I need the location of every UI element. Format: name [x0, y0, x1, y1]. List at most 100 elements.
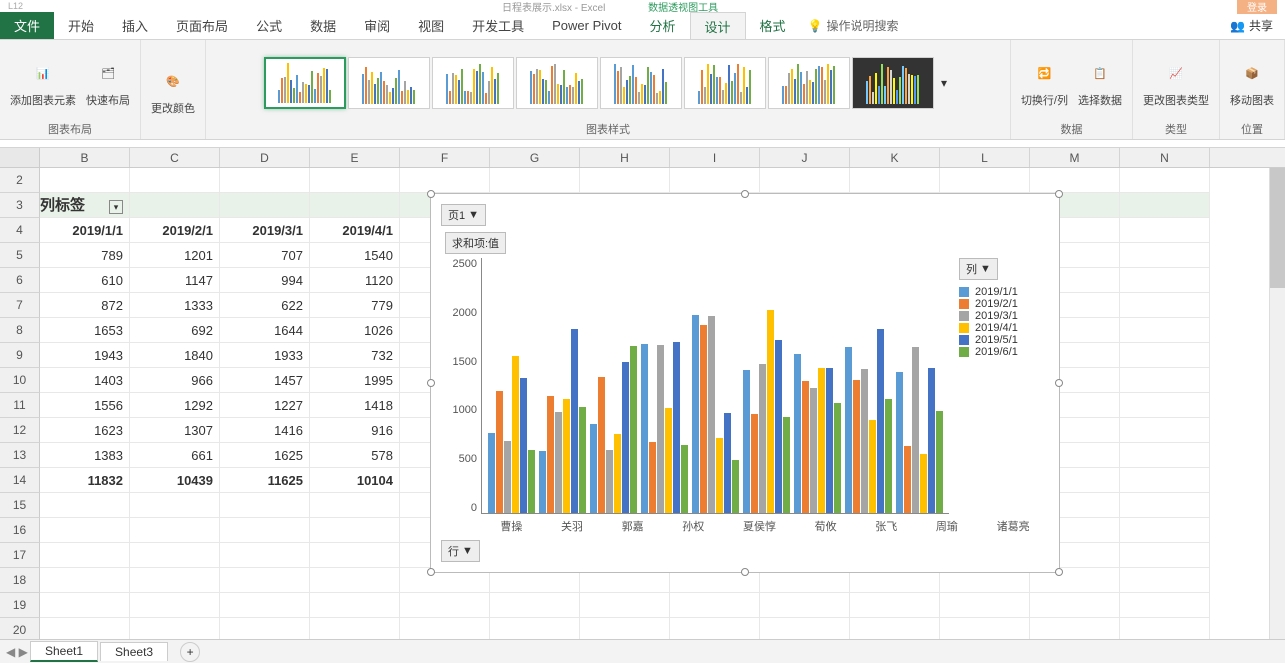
scroll-thumb[interactable] — [1270, 168, 1285, 288]
filter-dropdown-icon[interactable]: ▾ — [109, 200, 123, 214]
cell[interactable] — [1120, 168, 1210, 193]
cell[interactable]: 1625 — [220, 443, 310, 468]
legend-item[interactable]: 2019/5/1 — [959, 334, 1049, 346]
cell[interactable] — [670, 593, 760, 618]
cell[interactable]: 1403 — [40, 368, 130, 393]
resize-handle[interactable] — [1055, 190, 1063, 198]
column-header[interactable]: L — [940, 148, 1030, 167]
chart-style-thumb[interactable] — [768, 57, 850, 109]
cell[interactable] — [130, 593, 220, 618]
cell[interactable] — [1120, 193, 1210, 218]
cell[interactable]: 2019/2/1 — [130, 218, 220, 243]
cell[interactable]: 1840 — [130, 343, 220, 368]
select-data-button[interactable]: 📋 选择数据 — [1076, 56, 1124, 110]
cell[interactable] — [1120, 268, 1210, 293]
cell[interactable] — [310, 568, 400, 593]
row-header[interactable]: 4 — [0, 218, 40, 243]
bar-group[interactable] — [590, 258, 637, 513]
cell[interactable]: 1333 — [130, 293, 220, 318]
cell[interactable] — [760, 593, 850, 618]
legend-item[interactable]: 2019/6/1 — [959, 346, 1049, 358]
bar[interactable] — [861, 369, 868, 513]
cell[interactable] — [400, 168, 490, 193]
column-header[interactable]: H — [580, 148, 670, 167]
chart-style-thumb[interactable] — [684, 57, 766, 109]
chart-style-thumb[interactable] — [852, 57, 934, 109]
tab-pagelayout[interactable]: 页面布局 — [162, 12, 242, 39]
row-header[interactable]: 8 — [0, 318, 40, 343]
bar[interactable] — [794, 354, 801, 513]
bar-group[interactable] — [896, 258, 943, 513]
cell[interactable]: 1933 — [220, 343, 310, 368]
cell[interactable]: 789 — [40, 243, 130, 268]
cell[interactable]: 1416 — [220, 418, 310, 443]
bar[interactable] — [783, 417, 790, 513]
legend-item[interactable]: 2019/1/1 — [959, 286, 1049, 298]
cell[interactable] — [130, 493, 220, 518]
resize-handle[interactable] — [741, 190, 749, 198]
cell[interactable]: 994 — [220, 268, 310, 293]
cell[interactable] — [1120, 493, 1210, 518]
more-styles-button[interactable]: ▾ — [936, 76, 952, 90]
move-chart-button[interactable]: 📦 移动图表 — [1228, 56, 1276, 110]
bar[interactable] — [877, 329, 884, 513]
bar[interactable] — [488, 433, 495, 513]
row-header[interactable]: 17 — [0, 543, 40, 568]
row-header[interactable]: 2 — [0, 168, 40, 193]
cell[interactable] — [850, 168, 940, 193]
bar[interactable] — [681, 445, 688, 513]
cell[interactable] — [940, 593, 1030, 618]
bar[interactable] — [732, 460, 739, 513]
bar[interactable] — [539, 451, 546, 513]
cell[interactable] — [1030, 168, 1120, 193]
tab-powerpivot[interactable]: Power Pivot — [538, 12, 635, 39]
row-header[interactable]: 5 — [0, 243, 40, 268]
bar[interactable] — [571, 329, 578, 513]
formula-bar[interactable] — [0, 140, 1285, 148]
cell[interactable] — [490, 593, 580, 618]
cell[interactable]: 11625 — [220, 468, 310, 493]
bar[interactable] — [853, 380, 860, 513]
cell[interactable]: 779 — [310, 293, 400, 318]
cell[interactable]: 1540 — [310, 243, 400, 268]
bar-group[interactable] — [794, 258, 841, 513]
cell[interactable]: 872 — [40, 293, 130, 318]
cell[interactable] — [1120, 218, 1210, 243]
bar-group[interactable] — [845, 258, 892, 513]
bar[interactable] — [912, 347, 919, 513]
cell[interactable]: 2019/4/1 — [310, 218, 400, 243]
row-header[interactable]: 3 — [0, 193, 40, 218]
cell[interactable]: 707 — [220, 243, 310, 268]
cell[interactable]: 2019/1/1 — [40, 218, 130, 243]
cell[interactable]: 578 — [310, 443, 400, 468]
bar[interactable] — [496, 391, 503, 514]
bar[interactable] — [622, 362, 629, 513]
bar[interactable] — [657, 345, 664, 513]
cell[interactable]: 966 — [130, 368, 220, 393]
tab-insert[interactable]: 插入 — [108, 12, 162, 39]
bar[interactable] — [759, 364, 766, 513]
cell[interactable] — [220, 493, 310, 518]
column-header[interactable]: I — [670, 148, 760, 167]
bar[interactable] — [504, 441, 511, 513]
row-header[interactable]: 10 — [0, 368, 40, 393]
cell[interactable] — [760, 168, 850, 193]
bar[interactable] — [869, 420, 876, 513]
cell[interactable]: 1418 — [310, 393, 400, 418]
bar[interactable] — [630, 346, 637, 513]
cell[interactable]: 1026 — [310, 318, 400, 343]
cell[interactable] — [580, 593, 670, 618]
column-header[interactable]: J — [760, 148, 850, 167]
cell[interactable]: 1943 — [40, 343, 130, 368]
chart-style-thumb[interactable] — [264, 57, 346, 109]
cell[interactable] — [1120, 343, 1210, 368]
bar[interactable] — [641, 344, 648, 513]
cell[interactable]: 10104 — [310, 468, 400, 493]
legend-item[interactable]: 2019/2/1 — [959, 298, 1049, 310]
tab-file[interactable]: 文件 — [0, 12, 54, 39]
cell[interactable] — [130, 568, 220, 593]
bar[interactable] — [512, 356, 519, 513]
tab-view[interactable]: 视图 — [404, 12, 458, 39]
bar[interactable] — [775, 340, 782, 513]
bar[interactable] — [700, 325, 707, 513]
